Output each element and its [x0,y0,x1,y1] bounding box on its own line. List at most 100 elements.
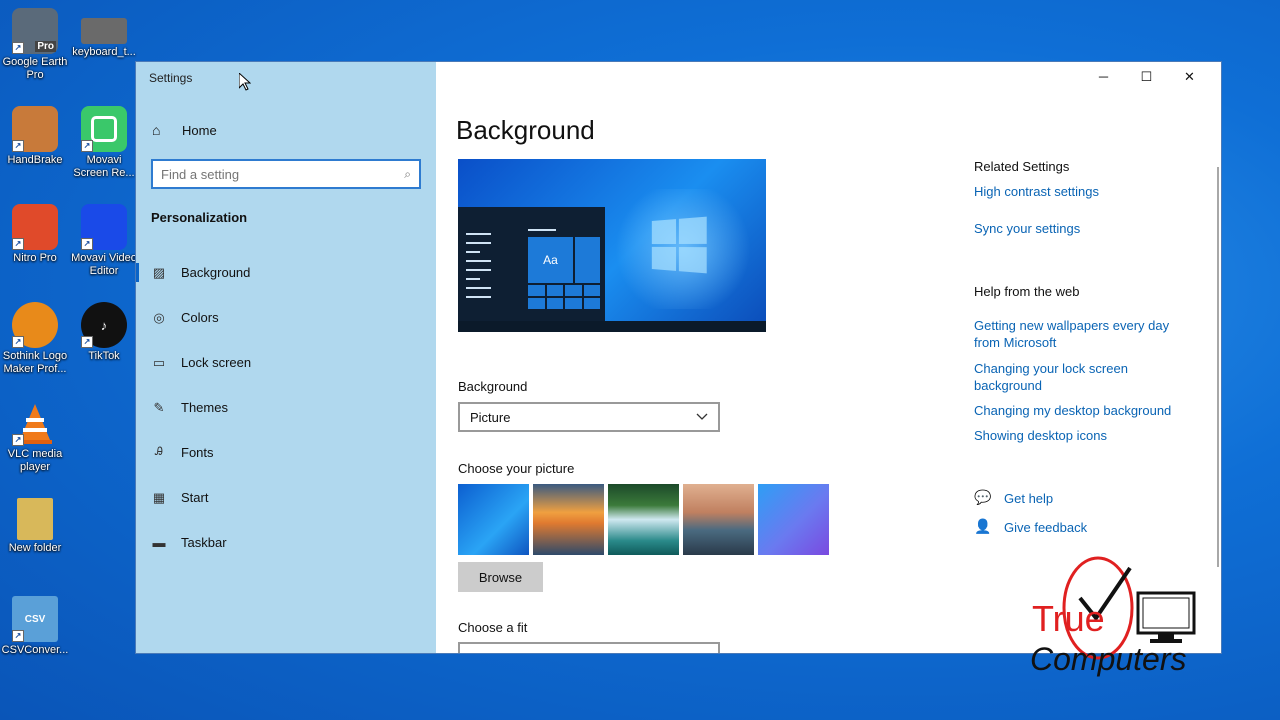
page-title: Background [456,115,595,145]
link-high-contrast[interactable]: High contrast settings [974,183,1194,200]
sidebar-item-label: Start [181,490,209,505]
desktop-icon-new-folder[interactable]: New folder [0,498,71,555]
shortcut-arrow-icon: ↗ [81,140,93,152]
sidebar-item-label: Colors [181,310,219,325]
desktop-icon-vlc[interactable]: ↗ VLC media player [0,400,71,474]
desktop-icon-movavi-video[interactable]: ↗ Movavi Video Editor [68,204,140,278]
sidebar-item-start[interactable]: ▦ Start [136,475,436,520]
search-input[interactable] [161,166,405,182]
preview-taskbar [458,321,766,332]
sidebar-item-themes[interactable]: ✎ Themes [136,385,436,430]
search-icon[interactable]: ⌕ [404,167,411,182]
related-heading: Related Settings [974,159,1070,174]
sidebar: Settings ⌂ Home ⌕ Personalization ▨ Back… [136,62,436,653]
link-sync-settings[interactable]: Sync your settings [974,220,1194,237]
font-icon: Ꭿ [155,446,163,458]
watermark-text-computers: Computers [1030,641,1187,677]
link-give-feedback[interactable]: Give feedback [1004,519,1154,536]
sidebar-item-fonts[interactable]: Ꭿ Fonts [136,430,436,475]
mouse-cursor-icon [239,73,251,91]
windows-logo-icon [651,216,707,274]
taskbar-icon: ▬ [152,535,166,550]
shortcut-arrow-icon: ↗ [81,238,93,250]
vlc-cone-icon: ↗ [12,400,58,446]
movavi-screen-recorder-icon: ↗ [81,106,127,152]
palette-icon: ◎ [153,309,165,325]
desktop-icon-tiktok[interactable]: ♪ ↗ TikTok [68,302,140,363]
shortcut-arrow-icon: ↗ [12,336,24,348]
sidebar-item-taskbar[interactable]: ▬ Taskbar [136,520,436,565]
sidebar-item-label: Themes [181,400,228,415]
preview-start-menu: Aa [458,207,605,321]
image-icon: ▨ [152,264,166,280]
picture-thumbnail[interactable] [533,484,604,555]
desktop-icon-keyboard[interactable]: keyboard_t... [68,8,140,59]
link-desktop-background[interactable]: Changing my desktop background [974,402,1194,419]
search-box[interactable]: ⌕ [151,159,421,189]
sidebar-item-label: Taskbar [181,535,227,550]
sidebar-item-lock-screen[interactable]: ▭ Lock screen [136,340,436,385]
home-icon: ⌂ [152,122,161,138]
background-preview: Aa [458,159,766,332]
browse-button[interactable]: Browse [458,562,543,592]
window-controls: ─ ☐ ✕ [1082,66,1211,88]
link-lock-screen-background[interactable]: Changing your lock screen background [974,360,1194,394]
background-dropdown-value: Picture [470,409,511,425]
start-icon: ▦ [152,489,166,505]
shortcut-arrow-icon: ↗ [12,630,24,642]
csv-converter-icon: CSV ↗ [12,596,58,642]
help-chat-icon: 💬 [974,489,992,505]
sidebar-item-background[interactable]: ▨ Background [136,250,436,295]
sidebar-item-colors[interactable]: ◎ Colors [136,295,436,340]
nav-list: ▨ Background ◎ Colors ▭ Lock screen ✎ Th… [136,250,436,565]
fit-dropdown[interactable] [458,642,720,653]
shortcut-arrow-icon: ↗ [12,140,24,152]
choose-picture-label: Choose your picture [458,461,575,476]
background-label: Background [458,379,528,394]
chevron-down-icon [696,413,708,420]
picture-thumbnails [458,484,829,555]
lock-screen-icon: ▭ [152,354,166,370]
shortcut-arrow-icon: ↗ [12,42,24,54]
minimize-button[interactable]: ─ [1082,66,1125,88]
watermark-logo: True Computers [1030,553,1205,683]
google-earth-icon: Pro ↗ [12,8,58,54]
desktop-icon-csvconverter[interactable]: CSV ↗ CSVConver... [0,596,71,657]
close-button[interactable]: ✕ [1168,66,1211,88]
maximize-button[interactable]: ☐ [1125,66,1168,88]
nav-home[interactable]: ⌂ Home [152,122,217,138]
folder-icon [17,498,53,540]
picture-thumbnail[interactable] [608,484,679,555]
background-dropdown[interactable]: Picture [458,402,720,432]
sidebar-item-label: Background [181,265,251,280]
picture-thumbnail[interactable] [683,484,754,555]
section-title: Personalization [151,210,248,225]
movavi-video-editor-icon: ↗ [81,204,127,250]
keyboard-icon [81,18,127,44]
shortcut-arrow-icon: ↗ [12,434,24,446]
handbrake-icon: ↗ [12,106,58,152]
desktop-icon-sothink[interactable]: ↗ Sothink Logo Maker Prof... [0,302,71,376]
sidebar-item-label: Fonts [181,445,214,460]
desktop-icon-google-earth[interactable]: Pro ↗ Google Earth Pro [0,8,71,82]
sothink-logo-maker-icon: ↗ [12,302,58,348]
picture-thumbnail[interactable] [458,484,529,555]
tiktok-icon: ♪ ↗ [81,302,127,348]
nitro-pro-icon: ↗ [12,204,58,250]
desktop-icon-handbrake[interactable]: ↗ HandBrake [0,106,71,167]
picture-thumbnail[interactable] [758,484,829,555]
link-desktop-icons[interactable]: Showing desktop icons [974,427,1194,444]
desktop-icon-nitro-pro[interactable]: ↗ Nitro Pro [0,204,71,265]
sidebar-item-label: Lock screen [181,355,252,370]
feedback-person-icon: 👤 [974,518,992,534]
scrollbar[interactable] [1217,167,1219,567]
preview-menu-lines [466,233,491,305]
preview-tile: Aa [528,237,573,283]
nav-home-label: Home [182,122,217,138]
link-get-help[interactable]: Get help [1004,490,1154,507]
shortcut-arrow-icon: ↗ [81,336,93,348]
link-new-wallpapers[interactable]: Getting new wallpapers every day from Mi… [974,317,1194,351]
watermark-text-true: True [1032,598,1105,639]
desktop-icon-movavi-screen[interactable]: ↗ Movavi Screen Re... [68,106,140,180]
choose-fit-label: Choose a fit [458,620,528,635]
